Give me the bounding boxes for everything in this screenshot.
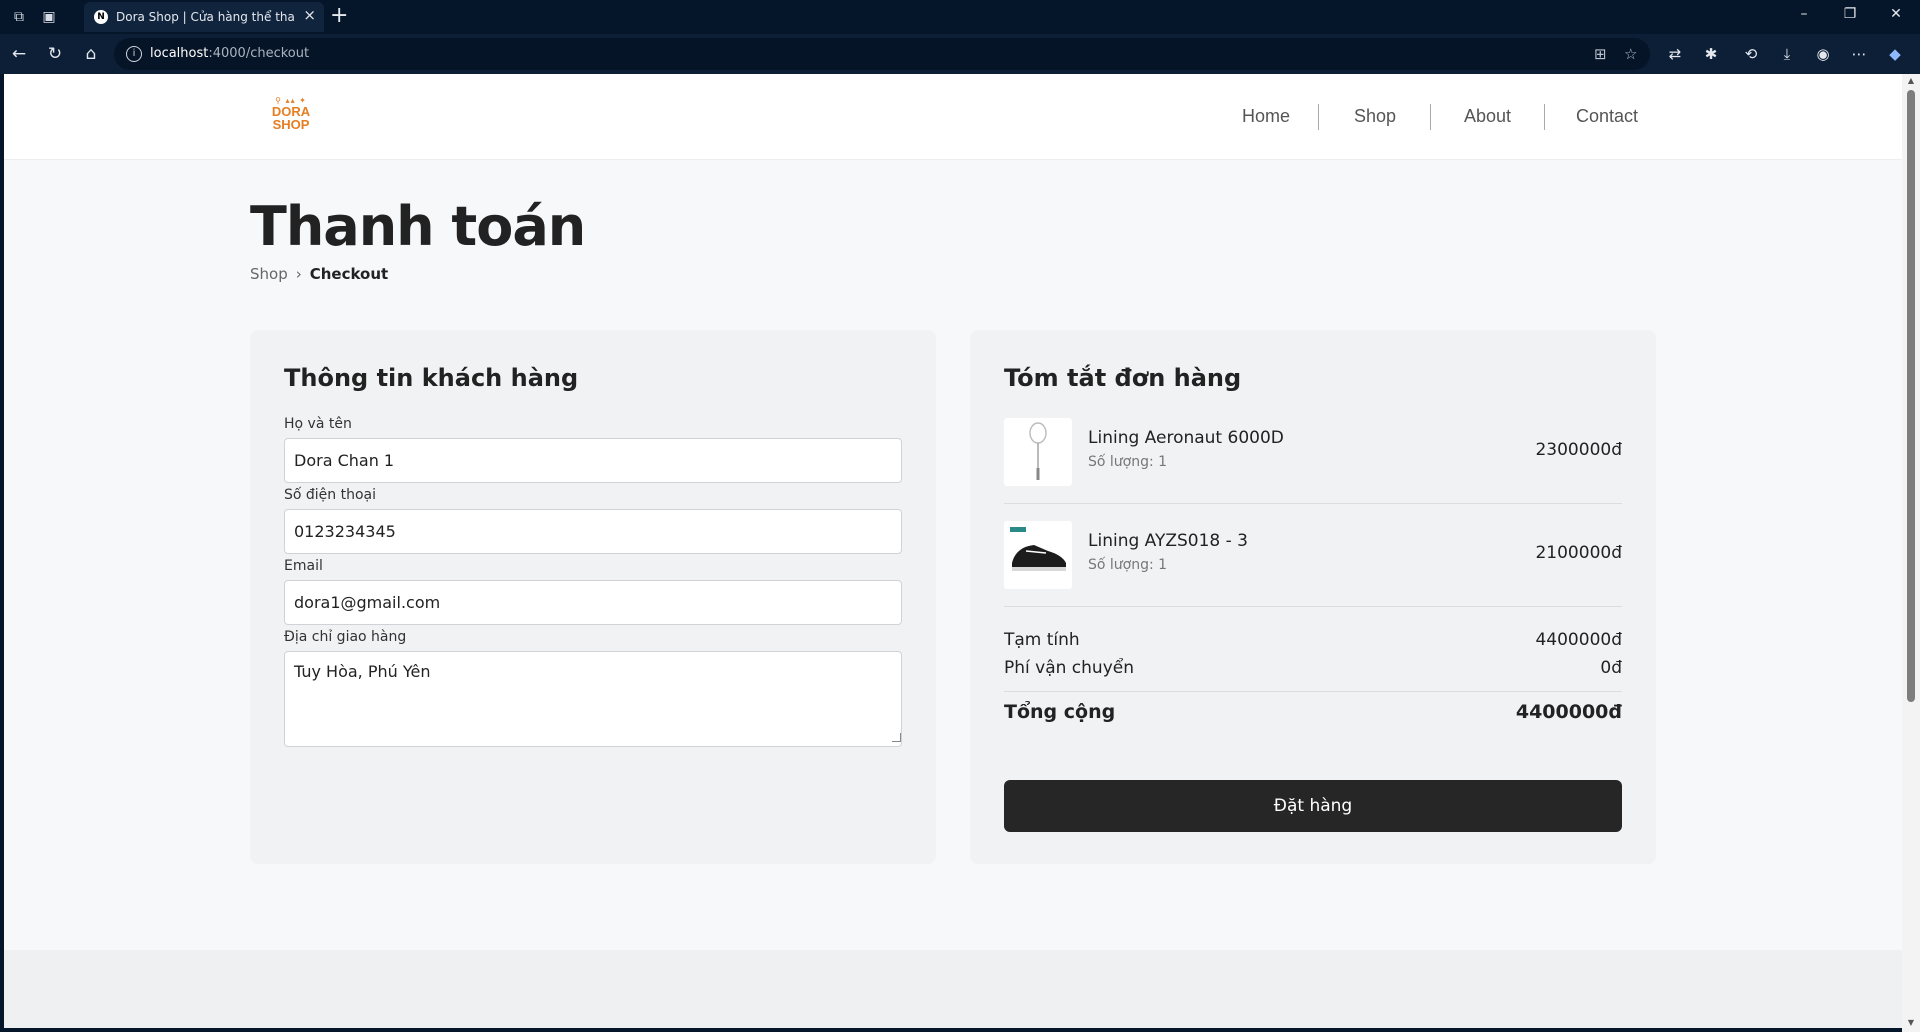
- scroll-down-icon[interactable]: ▼: [1905, 1018, 1917, 1027]
- email-field[interactable]: [284, 580, 902, 625]
- page-viewport: ⚲ ▴▴ ✦ DORA SHOP Home Shop About Contact…: [4, 74, 1902, 1028]
- more-menu-icon[interactable]: ⋯: [1848, 43, 1870, 65]
- browser-tab[interactable]: N Dora Shop | Cửa hàng thể thao tr ×: [84, 2, 324, 32]
- textarea-resize-handle[interactable]: [892, 733, 901, 742]
- tab-actions-icon[interactable]: ▣: [38, 6, 60, 28]
- item-quantity: Số lượng: 1: [1088, 557, 1168, 573]
- item-name: Lining Aeronaut 6000D: [1088, 428, 1284, 448]
- customer-info-card: Thông tin khách hàng Họ và tên Số điện t…: [250, 330, 936, 864]
- order-summary-card: Tóm tắt đơn hàng Lining Aeronaut 6000D S…: [970, 330, 1656, 864]
- history-icon[interactable]: ⟲: [1740, 43, 1762, 65]
- total-value: 4400000đ: [1515, 701, 1622, 723]
- phone-field[interactable]: [284, 509, 902, 554]
- browser-toolbar: ← ↻ ⌂ i localhost:4000/checkout ⊞ ☆ ⇄ ✱ …: [0, 34, 1920, 74]
- item-name: Lining AYZS018 - 3: [1088, 531, 1248, 551]
- address-label: Địa chỉ giao hàng: [284, 629, 407, 645]
- app-available-icon[interactable]: ⊞: [1594, 45, 1607, 63]
- item-price: 2300000đ: [1535, 440, 1622, 460]
- refresh-icon[interactable]: ↻: [44, 43, 66, 65]
- divider: [1004, 503, 1622, 504]
- translate-icon[interactable]: ⇄: [1664, 43, 1686, 65]
- order-item: Lining AYZS018 - 3 Số lượng: 1 2100000đ: [1004, 521, 1622, 589]
- site-info-icon[interactable]: i: [126, 46, 142, 62]
- order-summary-title: Tóm tắt đơn hàng: [1004, 364, 1242, 392]
- restore-icon[interactable]: ❐: [1836, 6, 1864, 22]
- chevron-right-icon: ›: [295, 265, 302, 283]
- favorite-star-icon[interactable]: ☆: [1624, 45, 1637, 63]
- new-tab-icon[interactable]: +: [330, 3, 348, 28]
- downloads-icon[interactable]: ⤓: [1776, 43, 1798, 65]
- site-logo[interactable]: ⚲ ▴▴ ✦ DORA SHOP: [268, 96, 314, 136]
- nav-contact[interactable]: Contact: [1576, 102, 1638, 130]
- email-label: Email: [284, 558, 323, 574]
- phone-label: Số điện thoại: [284, 487, 377, 503]
- address-field[interactable]: Tuy Hòa, Phú Yên: [284, 651, 902, 747]
- copilot-icon[interactable]: ◆: [1884, 43, 1906, 65]
- logo-text-line2: SHOP: [272, 117, 310, 132]
- subtotal-value: 4400000đ: [1535, 630, 1622, 650]
- page-scrollbar[interactable]: ▲ ▼: [1902, 74, 1920, 1032]
- shoe-icon: [1004, 521, 1072, 589]
- extensions-icon[interactable]: ✱: [1700, 43, 1722, 65]
- footer: [4, 950, 1902, 1028]
- back-icon[interactable]: ←: [8, 43, 30, 65]
- customer-info-title: Thông tin khách hàng: [284, 364, 579, 392]
- subtotal-row: Tạm tính 4400000đ: [1004, 630, 1622, 654]
- nav-home[interactable]: Home: [1242, 102, 1290, 130]
- order-item: Lining Aeronaut 6000D Số lượng: 1 230000…: [1004, 418, 1622, 486]
- item-price: 2100000đ: [1535, 543, 1622, 563]
- name-field[interactable]: [284, 438, 902, 483]
- nav-about[interactable]: About: [1464, 102, 1511, 130]
- name-label: Họ và tên: [284, 416, 352, 432]
- badminton-racket-icon: [1004, 418, 1072, 486]
- workspaces-icon[interactable]: ⧉: [8, 6, 30, 28]
- shipping-label: Phí vận chuyển: [1004, 658, 1134, 678]
- divider: [1004, 691, 1622, 692]
- total-label: Tổng cộng: [1004, 701, 1116, 723]
- shipping-row: Phí vận chuyển 0đ: [1004, 658, 1622, 682]
- place-order-button[interactable]: Đặt hàng: [1004, 780, 1622, 832]
- minimize-icon[interactable]: –: [1790, 6, 1818, 22]
- tab-title: Dora Shop | Cửa hàng thể thao tr: [116, 10, 294, 24]
- window-close-icon[interactable]: ✕: [1882, 6, 1910, 22]
- total-row: Tổng cộng 4400000đ: [1004, 701, 1622, 725]
- nav-divider: [1430, 104, 1431, 130]
- browser-tab-bar: ⧉ ▣ N Dora Shop | Cửa hàng thể thao tr ×…: [0, 0, 1920, 34]
- tab-favicon: N: [94, 10, 108, 24]
- shipping-value: 0đ: [1600, 658, 1622, 678]
- profile-avatar-icon[interactable]: ◉: [1812, 43, 1834, 65]
- tab-close-icon[interactable]: ×: [303, 6, 316, 24]
- divider: [1004, 606, 1622, 607]
- item-quantity: Số lượng: 1: [1088, 454, 1168, 470]
- address-bar[interactable]: i localhost:4000/checkout ⊞ ☆: [114, 38, 1650, 70]
- nav-divider: [1544, 104, 1545, 130]
- breadcrumb-current: Checkout: [309, 265, 389, 283]
- page-title: Thanh toán: [250, 195, 586, 258]
- url-text[interactable]: localhost:4000/checkout: [150, 46, 309, 61]
- subtotal-label: Tạm tính: [1004, 630, 1080, 650]
- nav-divider: [1318, 104, 1319, 130]
- scroll-thumb[interactable]: [1907, 90, 1915, 702]
- home-icon[interactable]: ⌂: [80, 43, 102, 65]
- site-header: ⚲ ▴▴ ✦ DORA SHOP Home Shop About Contact: [4, 74, 1902, 160]
- breadcrumb-shop-link[interactable]: Shop: [250, 265, 288, 283]
- nav-shop[interactable]: Shop: [1354, 102, 1396, 130]
- scroll-up-icon[interactable]: ▲: [1905, 76, 1917, 85]
- breadcrumb: Shop › Checkout: [250, 265, 388, 283]
